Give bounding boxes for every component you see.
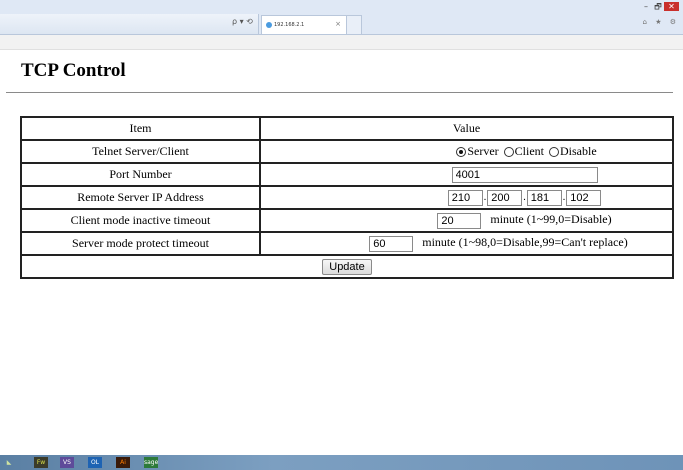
address-bar[interactable] xyxy=(0,14,259,34)
close-window-icon[interactable]: ✕ xyxy=(664,2,679,11)
table-row: Port Number xyxy=(20,162,674,187)
table-header-row: Item Value xyxy=(20,116,674,141)
port-number-cell xyxy=(259,162,674,187)
remote-ip-label: Remote Server IP Address xyxy=(20,185,261,210)
server-timeout-input[interactable] xyxy=(369,235,414,252)
radio-disable-label: Disable xyxy=(560,144,597,158)
server-timeout-hint: minute (1~98,0=Disable,99=Can't replace) xyxy=(422,235,628,250)
favorites-bar xyxy=(0,35,683,50)
sage-app-icon[interactable]: sage xyxy=(144,457,158,468)
address-bar-icons[interactable]: ρ ▾ ⟲ xyxy=(232,17,253,26)
radio-server-label: Server xyxy=(467,144,499,158)
port-number-input[interactable] xyxy=(451,166,598,183)
telnet-mode-radios: Server Client Disable xyxy=(259,139,674,164)
title-divider xyxy=(6,92,673,93)
radio-disable[interactable] xyxy=(549,146,559,157)
outlook-app-icon[interactable]: OL xyxy=(88,457,102,468)
taskbar: ◣ Fw VS OL Ai sage xyxy=(0,455,683,470)
server-timeout-cell: minute (1~98,0=Disable,99=Can't replace) xyxy=(259,231,674,256)
server-timeout-label: Server mode protect timeout xyxy=(20,231,261,256)
client-timeout-hint: minute (1~99,0=Disable) xyxy=(490,212,612,227)
table-row: Telnet Server/Client Server Client Disab… xyxy=(20,139,674,164)
telnet-mode-label: Telnet Server/Client xyxy=(20,139,261,164)
window-controls: – 🗗 ✕ xyxy=(640,1,679,15)
radio-client-label: Client xyxy=(514,144,544,158)
start-icon[interactable]: ◣ xyxy=(4,457,14,468)
favicon-icon xyxy=(266,22,272,28)
visual-studio-app-icon[interactable]: VS xyxy=(60,457,74,468)
update-cell: Update xyxy=(20,254,674,279)
ip-octet-4-input[interactable] xyxy=(566,189,602,206)
tab-title: 192.168.2.1 xyxy=(274,22,305,28)
minimize-icon[interactable]: – xyxy=(640,2,652,11)
header-value: Value xyxy=(259,116,674,141)
client-timeout-input[interactable] xyxy=(437,212,482,229)
radio-client[interactable] xyxy=(503,146,514,157)
ip-octet-1-input[interactable] xyxy=(447,189,483,206)
restore-icon[interactable]: 🗗 xyxy=(652,1,664,15)
illustrator-app-icon[interactable]: Ai xyxy=(116,457,130,468)
toolbar-icons[interactable]: ⌂ ★ ⚙ xyxy=(643,18,679,26)
browser-chrome: ρ ▾ ⟲ 192.168.2.1 × – 🗗 ✕ ⌂ ★ ⚙ xyxy=(0,0,683,35)
table-row: Remote Server IP Address ... xyxy=(20,185,674,210)
client-timeout-label: Client mode inactive timeout xyxy=(20,208,261,233)
ip-octet-2-input[interactable] xyxy=(487,189,523,206)
browser-tab[interactable]: 192.168.2.1 × xyxy=(261,15,347,34)
update-button[interactable]: Update xyxy=(322,258,372,275)
table-row: Server mode protect timeout minute (1~98… xyxy=(20,231,674,256)
port-number-label: Port Number xyxy=(20,162,261,187)
client-timeout-cell: minute (1~99,0=Disable) xyxy=(259,208,674,233)
radio-server[interactable] xyxy=(456,146,467,157)
ip-octet-3-input[interactable] xyxy=(526,189,562,206)
table-row: Client mode inactive timeout minute (1~9… xyxy=(20,208,674,233)
new-tab-button[interactable] xyxy=(346,15,362,34)
header-item: Item xyxy=(20,116,261,141)
fireworks-app-icon[interactable]: Fw xyxy=(34,457,48,468)
page-title: TCP Control xyxy=(21,60,126,81)
tab-close-icon[interactable]: × xyxy=(335,20,341,28)
remote-ip-cell: ... xyxy=(259,185,674,210)
tcp-settings-table: Item Value Telnet Server/Client Server C… xyxy=(20,116,674,279)
table-row: Update xyxy=(20,254,674,279)
